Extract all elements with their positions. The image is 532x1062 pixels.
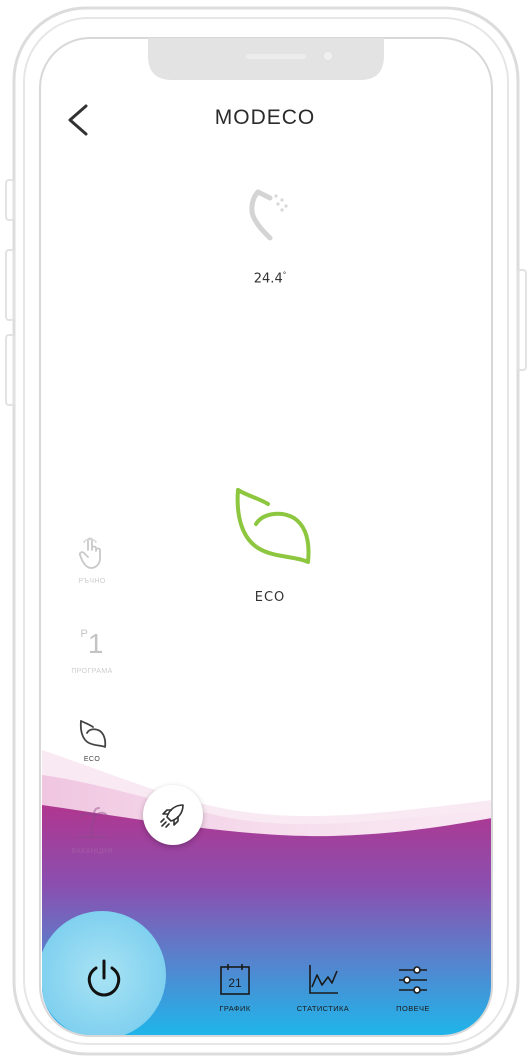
mode-eco[interactable]: ECO bbox=[50, 718, 134, 763]
mode-vacation[interactable]: ВАКАНЦИЯ bbox=[50, 806, 134, 855]
rocket-icon bbox=[160, 804, 184, 828]
power-icon bbox=[87, 959, 121, 997]
page-title: MODECO bbox=[214, 106, 316, 129]
temperature-readout: 24.4° bbox=[220, 271, 320, 286]
nav-statistics[interactable]: СТАТИСТИКА bbox=[283, 963, 363, 1013]
calendar-day: 21 bbox=[228, 976, 242, 990]
mode-vacation-label: ВАКАНЦИЯ bbox=[71, 848, 113, 855]
sliders-icon bbox=[399, 966, 427, 994]
degree-symbol: ° bbox=[282, 271, 287, 279]
program-icon-number: 1 bbox=[87, 628, 104, 659]
shower-icon bbox=[244, 188, 296, 252]
nav-more-label: ПОВЕЧЕ bbox=[396, 1004, 430, 1013]
nav-statistics-label: СТАТИСТИКА bbox=[296, 1004, 350, 1013]
mode-eco-label: ECO bbox=[83, 756, 101, 763]
nav-schedule[interactable]: 21 ГРАФИК bbox=[195, 963, 275, 1013]
nav-more[interactable]: ПОВЕЧЕ bbox=[373, 963, 453, 1013]
current-mode-leaf-icon bbox=[228, 486, 316, 566]
power-button[interactable] bbox=[40, 908, 168, 1048]
temperature-value: 24.4 bbox=[253, 271, 283, 287]
program-icon-sup: P bbox=[80, 628, 88, 640]
palm-beach-icon bbox=[78, 807, 108, 838]
back-button[interactable] bbox=[62, 102, 98, 138]
boost-button[interactable] bbox=[143, 785, 203, 845]
nav-schedule-label: ГРАФИК bbox=[219, 1004, 251, 1013]
mode-program-label: ПРОГРАМА bbox=[71, 668, 113, 675]
current-mode-label: ECO bbox=[254, 590, 286, 605]
program-p1-icon: P1 bbox=[50, 624, 134, 664]
mode-program[interactable]: P1 ПРОГРАМА bbox=[50, 624, 134, 675]
chevron-left-icon bbox=[68, 104, 88, 136]
leaf-icon bbox=[79, 720, 107, 748]
calendar-icon: 21 bbox=[220, 964, 250, 995]
mode-manual-label: РЪЧНО bbox=[78, 578, 106, 585]
mode-manual[interactable]: РЪЧНО bbox=[50, 536, 134, 585]
hand-touch-icon bbox=[78, 537, 101, 569]
chart-icon bbox=[309, 965, 338, 994]
